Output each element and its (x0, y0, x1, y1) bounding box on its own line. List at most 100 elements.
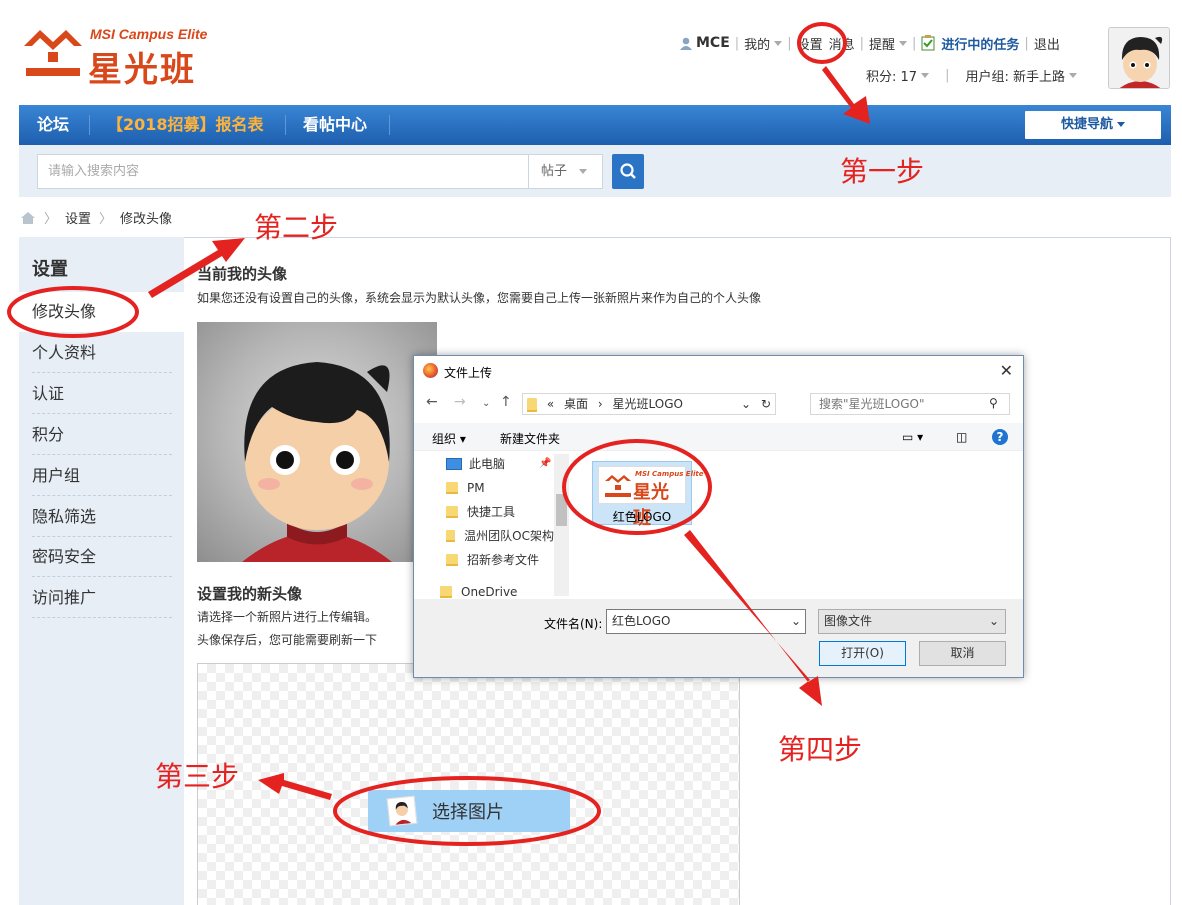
folder-icon (446, 506, 458, 518)
search-type-select[interactable]: 帖子 (529, 154, 603, 189)
chevron-down-icon (921, 73, 930, 78)
tree-label: 此电脑 (469, 457, 506, 471)
sidebar-item-usergroup[interactable]: 用户组 (32, 456, 172, 496)
close-icon[interactable]: ✕ (1000, 361, 1013, 380)
new-folder-button[interactable]: 新建文件夹 (500, 430, 560, 447)
messages-link[interactable]: 消息 (829, 34, 855, 53)
sidebar-item-privacy[interactable]: 隐私筛选 (32, 497, 172, 537)
breadcrumb: 〉 设置 〉 修改头像 (20, 208, 172, 227)
tree-item-this-pc[interactable]: 此电脑 📌 (446, 454, 551, 474)
annotation-step-1: 第一步 (840, 155, 925, 188)
current-avatar-image (197, 322, 437, 562)
choose-image-label: 选择图片 (432, 802, 504, 823)
preview-pane-icon[interactable]: ◫ (956, 430, 967, 444)
tree-item-wenzhou[interactable]: 温州团队OC架构 (446, 526, 554, 546)
settings-link[interactable]: 设置 (797, 34, 823, 53)
tasks-link[interactable]: 进行中的任务 (941, 34, 1019, 53)
folder-tree: 此电脑 📌 PM 快捷工具 温州团队OC架构 招新参考文件 OneDrive (414, 452, 554, 599)
upload-area (197, 663, 740, 905)
main-navbar: 论坛 【2018招募】报名表 看帖中心 快捷导航 (19, 105, 1171, 145)
chevron-down-icon (899, 40, 908, 46)
task-icon (921, 35, 935, 51)
photo-icon (386, 795, 418, 827)
tree-item-tools[interactable]: 快捷工具 (446, 502, 515, 522)
sidebar-title: 设置 (32, 259, 68, 280)
tree-label: PM (467, 481, 485, 495)
filetype-select[interactable]: 图像文件 ⌄ (818, 609, 1006, 634)
choose-image-button[interactable]: 选择图片 (368, 790, 570, 832)
breadcrumb-settings[interactable]: 设置 (65, 208, 91, 227)
chevron-down-icon (1117, 122, 1125, 127)
new-avatar-note: 头像保存后，您可能需要刷新一下 (197, 633, 378, 647)
address-overflow[interactable]: « (547, 397, 554, 411)
dialog-search-input[interactable]: 搜索"星光班LOGO" (810, 393, 1010, 415)
user-avatar[interactable] (1108, 27, 1170, 89)
chevron-down-icon[interactable]: ⌄ (791, 610, 801, 633)
logo-chinese: 星光班 (88, 50, 196, 90)
username-link[interactable]: MCE (696, 35, 730, 51)
sidebar-item-password[interactable]: 密码安全 (32, 537, 172, 577)
annotation-step-2: 第二步 (254, 211, 339, 244)
nav-post-center[interactable]: 看帖中心 (303, 105, 367, 145)
sidebar-item-avatar[interactable]: 修改头像 (19, 292, 185, 332)
sidebar-item-points[interactable]: 积分 (32, 415, 172, 455)
home-icon[interactable] (20, 211, 36, 225)
search-input[interactable]: 请输入搜索内容 (37, 154, 529, 189)
quick-nav-label: 快捷导航 (1060, 117, 1113, 132)
forward-arrow-icon[interactable]: → (454, 394, 466, 410)
dialog-titlebar[interactable]: 文件上传 ✕ (414, 356, 1023, 386)
dialog-title: 文件上传 (444, 366, 493, 380)
user-subnav: 积分: 17 | 用户组: 新手上路 (866, 66, 1077, 85)
tree-item-recruit-ref[interactable]: 招新参考文件 (446, 550, 539, 570)
points-menu[interactable]: 积分: 17 (866, 66, 917, 85)
logout-link[interactable]: 退出 (1034, 34, 1060, 53)
user-icon (680, 37, 692, 50)
tree-scrollbar[interactable] (554, 454, 569, 596)
recent-locations-icon[interactable]: ⌄ (482, 398, 490, 409)
file-upload-dialog: 文件上传 ✕ ← → ⌄ ↑ « 桌面 › 星光班LOGO ⌄ ↻ 搜索"星光班… (413, 355, 1024, 678)
file-item[interactable]: MSI Campus Elite 星光班 红色LOGO (592, 461, 703, 529)
folder-icon (527, 397, 537, 412)
cancel-button[interactable]: 取消 (919, 641, 1006, 666)
new-avatar-title: 设置我的新头像 (197, 585, 303, 603)
tree-label: 招新参考文件 (467, 553, 540, 567)
search-button[interactable] (612, 154, 644, 189)
back-arrow-icon[interactable]: ← (426, 394, 438, 410)
mine-menu[interactable]: 我的 (744, 34, 770, 53)
reminders-menu[interactable]: 提醒 (869, 34, 895, 53)
nav-recruit-form[interactable]: 【2018招募】报名表 (107, 105, 264, 145)
sidebar-item-promotion[interactable]: 访问推广 (32, 578, 172, 618)
address-desktop[interactable]: 桌面 (564, 397, 588, 411)
top-nav: MCE | 我的 | 设置 消息 | 提醒 | 进行中的任务 | 退出 (680, 33, 1060, 53)
filename-value: 红色LOGO (612, 614, 671, 628)
current-avatar-desc: 如果您还没有设置自己的头像，系统会显示为默认头像，您需要自己上传一张新照片来作为… (197, 291, 762, 305)
file-thumbnail: MSI Campus Elite 星光班 (598, 466, 703, 529)
computer-icon (446, 458, 462, 470)
filetype-value: 图像文件 (824, 614, 873, 628)
organize-menu[interactable]: 组织 ▾ (432, 430, 466, 447)
folder-icon (446, 554, 458, 566)
address-current-folder[interactable]: 星光班LOGO (612, 397, 682, 411)
annotation-step-3: 第三步 (155, 760, 240, 793)
quick-nav-button[interactable]: 快捷导航 (1025, 111, 1161, 139)
sidebar-item-verify[interactable]: 认证 (32, 374, 172, 414)
nav-forum[interactable]: 论坛 (37, 105, 69, 145)
filename-input[interactable]: 红色LOGO ⌄ (606, 609, 806, 634)
up-arrow-icon[interactable]: ↑ (500, 394, 512, 410)
search-icon: ⚲ (989, 396, 998, 410)
organize-label: 组织 (432, 432, 457, 446)
tree-label: 温州团队OC架构 (464, 529, 554, 543)
open-button[interactable]: 打开(O) (819, 641, 906, 666)
chevron-down-icon: ⌄ (988, 614, 999, 628)
usergroup-menu[interactable]: 用户组: 新手上路 (965, 66, 1065, 85)
view-options-icon[interactable]: ▭ ▾ (902, 430, 923, 444)
search-icon (620, 163, 636, 179)
refresh-icon[interactable]: ↻ (761, 394, 771, 414)
tree-item-pm[interactable]: PM (446, 478, 485, 498)
help-icon[interactable]: ? (992, 429, 1008, 445)
sidebar-item-profile[interactable]: 个人资料 (32, 333, 172, 373)
address-bar[interactable]: « 桌面 › 星光班LOGO ⌄ ↻ (522, 393, 776, 415)
tree-label: 快捷工具 (467, 505, 516, 519)
thumb-en: MSI Campus Elite (635, 470, 704, 478)
chevron-down-icon[interactable]: ⌄ (741, 394, 751, 414)
